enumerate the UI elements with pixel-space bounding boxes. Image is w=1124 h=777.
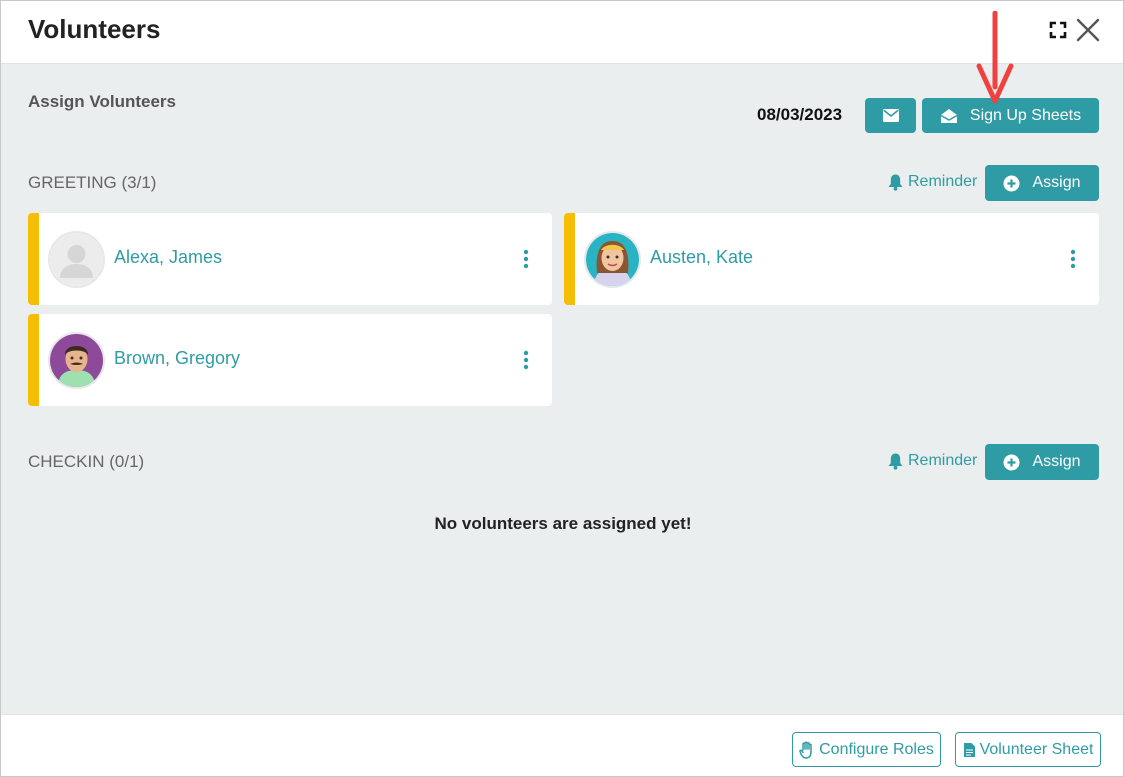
reminder-label: Reminder [908,173,978,190]
plus-circle-icon [1003,454,1020,470]
volunteer-name[interactable]: Austen, Kate [650,247,753,268]
volunteer-card: Brown, Gregory [28,314,552,406]
volunteers-dialog: Volunteers Assign Volunteers 08/03/2023 … [0,0,1124,777]
volunteer-name[interactable]: Brown, Gregory [114,348,240,369]
reminder-label: Reminder [908,452,978,469]
dialog-header: Volunteers [1,1,1123,64]
avatar-female-icon [584,231,641,288]
email-button[interactable] [865,98,916,133]
checkin-assign-button[interactable]: Assign [985,444,1099,480]
bell-icon [888,453,903,470]
avatar-male-icon [48,332,105,389]
expand-icon[interactable] [1048,20,1068,40]
date-display: 08/03/2023 [757,105,843,124]
volunteer-sheet-label: Volunteer Sheet [979,740,1094,758]
envelope-open-icon [940,108,958,123]
more-options-icon[interactable] [522,350,530,370]
dialog-footer: Configure Roles Volunteer Sheet [1,714,1123,776]
section-title-greeting: GREETING (3/1) [28,173,157,192]
annotation-arrow-icon [976,11,1014,104]
volunteer-card: Austen, Kate [564,213,1099,305]
envelope-icon [882,109,899,122]
sign-up-sheets-label: Sign Up Sheets [969,106,1082,124]
section-title-checkin: CHECKIN (0/1) [28,452,145,471]
assign-label: Assign [1032,453,1081,470]
plus-circle-icon [1003,175,1020,191]
avatar-placeholder-icon [48,231,105,288]
volunteer-sheet-button[interactable]: Volunteer Sheet [955,732,1101,767]
document-icon [963,742,975,757]
more-options-icon[interactable] [1069,249,1077,269]
assign-label: Assign [1032,174,1081,191]
more-options-icon[interactable] [522,249,530,269]
assign-volunteers-heading: Assign Volunteers [28,92,176,111]
dialog-title: Volunteers [28,14,161,44]
configure-roles-button[interactable]: Configure Roles [792,732,941,767]
bell-icon [888,174,903,191]
hand-icon [799,741,812,759]
volunteer-name[interactable]: Alexa, James [114,247,222,268]
checkin-reminder-link[interactable]: Reminder [887,452,977,470]
greeting-reminder-link[interactable]: Reminder [887,173,977,191]
configure-roles-label: Configure Roles [819,740,934,758]
empty-state-message: No volunteers are assigned yet! [434,514,692,533]
volunteer-card: Alexa, James [28,213,552,305]
greeting-assign-button[interactable]: Assign [985,165,1099,201]
close-icon[interactable] [1075,17,1101,43]
